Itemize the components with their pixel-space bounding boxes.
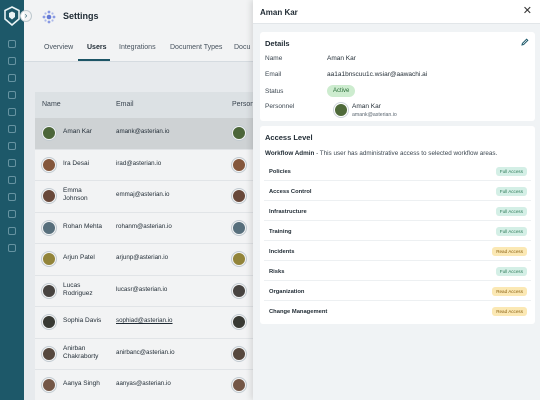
status-label: Status: [265, 88, 284, 95]
nav-database-icon[interactable]: [8, 125, 16, 133]
nav-list-icon[interactable]: [8, 244, 16, 252]
name-value: Aman Kar: [327, 55, 356, 62]
access-row: Training Full Access: [264, 223, 531, 241]
access-row: Policies Full Access: [264, 163, 531, 181]
access-row: Infrastructure Full Access: [264, 203, 531, 221]
details-heading: Details: [265, 39, 290, 48]
access-level-card: Access Level Workflow Admin - This user …: [260, 126, 535, 324]
access-area: Risks: [269, 269, 285, 275]
nav-shield-icon[interactable]: [8, 91, 16, 99]
nav-file-icon[interactable]: [8, 176, 16, 184]
name-label: Name: [265, 55, 283, 62]
personnel-name: Aman Kar: [352, 103, 381, 110]
access-description: Workflow Admin - This user has administr…: [265, 150, 497, 157]
role-description: - This user has administrative access to…: [314, 150, 498, 157]
access-row: Access Control Full Access: [264, 183, 531, 201]
drawer-title: Aman Kar: [260, 8, 298, 17]
nav-lock-icon[interactable]: [8, 193, 16, 201]
access-badge: Full Access: [495, 167, 527, 176]
avatar: [334, 103, 348, 117]
nav-dashboard-icon[interactable]: [8, 40, 16, 48]
personnel-label: Personnel: [265, 103, 295, 110]
close-icon[interactable]: ✕: [523, 6, 532, 17]
access-row: Incidents Read Access: [264, 243, 531, 261]
access-area: Incidents: [269, 249, 295, 255]
email-value: aa1a1bnscuu1c.wsiar@aawachi.ai: [327, 71, 428, 78]
access-area: Policies: [269, 169, 291, 175]
personnel-email: amank@asterian.io: [352, 112, 397, 118]
nav-report-icon[interactable]: [8, 210, 16, 218]
access-badge: Full Access: [495, 187, 527, 196]
edit-icon[interactable]: [521, 38, 529, 46]
nav-gear-icon[interactable]: [8, 142, 16, 150]
access-area: Access Control: [269, 189, 312, 195]
access-row: Organization Read Access: [264, 283, 531, 301]
access-badge: Read Access: [492, 287, 527, 296]
access-area: Infrastructure: [269, 209, 307, 215]
user-drawer: Aman Kar ✕ Details Name Aman Kar Email a…: [253, 0, 540, 400]
nav-flow-icon[interactable]: [8, 159, 16, 167]
access-area: Organization: [269, 289, 305, 295]
nav-clipboard-icon[interactable]: [8, 227, 16, 235]
drawer-backdrop[interactable]: [24, 0, 253, 400]
access-badge: Read Access: [492, 247, 527, 256]
nav-layers-icon[interactable]: [8, 108, 16, 116]
access-badge: Read Access: [492, 307, 527, 316]
access-area: Change Management: [269, 309, 328, 315]
access-badge: Full Access: [495, 227, 527, 236]
access-badge: Full Access: [495, 207, 527, 216]
nav-people-icon[interactable]: [8, 57, 16, 65]
access-area: Training: [269, 229, 292, 235]
access-badge: Full Access: [495, 267, 527, 276]
status-badge: Active: [327, 85, 356, 97]
sidebar-rail: [0, 0, 24, 400]
role-name: Workflow Admin: [265, 150, 315, 157]
details-card: Details Name Aman Kar Email aa1a1bnscuu1…: [260, 32, 535, 121]
access-row: Change Management Read Access: [264, 303, 531, 321]
logo-icon[interactable]: [3, 6, 21, 26]
nav-documents-icon[interactable]: [8, 74, 16, 82]
access-row: Risks Full Access: [264, 263, 531, 281]
drawer-header: Aman Kar ✕: [253, 0, 540, 24]
access-heading: Access Level: [265, 133, 313, 142]
email-label: Email: [265, 71, 282, 78]
